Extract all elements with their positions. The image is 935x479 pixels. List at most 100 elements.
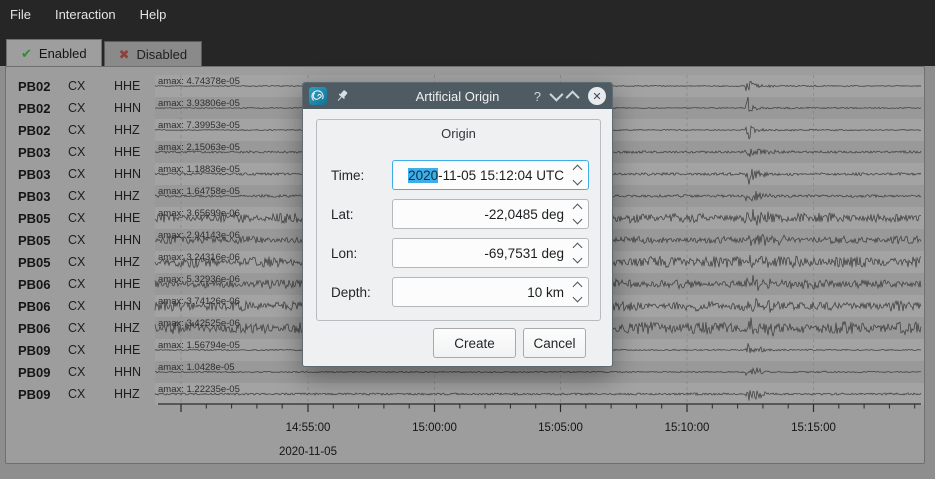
depth-input[interactable]: 10 km xyxy=(392,277,589,307)
station-row[interactable]: PB09 CX HHE xyxy=(6,339,156,361)
depth-label: Depth: xyxy=(331,285,392,300)
channel-code: HHN xyxy=(114,167,156,181)
station-code: PB05 xyxy=(18,211,68,226)
network-code: CX xyxy=(68,79,114,93)
channel-code: HHE xyxy=(114,79,156,93)
axis-date-label: 2020-11-05 xyxy=(279,446,337,458)
spin-up-icon[interactable] xyxy=(573,243,583,253)
lat-input[interactable]: -22,0485 deg xyxy=(392,199,589,229)
network-code: CX xyxy=(68,299,114,313)
tab-disabled-label: Disabled xyxy=(137,47,188,62)
station-code: PB06 xyxy=(18,321,68,336)
check-icon: ✔ xyxy=(21,47,32,60)
channel-code: HHN xyxy=(114,365,156,379)
network-code: CX xyxy=(68,321,114,335)
station-row[interactable]: PB05 CX HHZ xyxy=(6,251,156,273)
tabbar: ✔ Enabled ✖ Disabled xyxy=(6,39,202,66)
spin-up-icon[interactable] xyxy=(573,282,583,292)
channel-code: HHZ xyxy=(114,123,156,137)
cancel-button[interactable]: Cancel xyxy=(523,328,586,358)
station-code: PB02 xyxy=(18,123,68,138)
channel-code: HHZ xyxy=(114,255,156,269)
station-row[interactable]: PB03 CX HHN xyxy=(6,163,156,185)
lon-input[interactable]: -69,7531 deg xyxy=(392,238,589,268)
station-code: PB03 xyxy=(18,145,68,160)
network-code: CX xyxy=(68,145,114,159)
channel-code: HHE xyxy=(114,343,156,357)
station-code: PB05 xyxy=(18,255,68,270)
channel-code: HHZ xyxy=(114,387,156,401)
time-rest-text: -11-05 15:12:04 UTC xyxy=(438,168,564,183)
spin-up-icon[interactable] xyxy=(573,204,583,214)
station-row[interactable]: PB03 CX HHE xyxy=(6,141,156,163)
station-row[interactable]: PB02 CX HHN xyxy=(6,97,156,119)
artificial-origin-dialog: Artificial Origin ? xyxy=(302,82,613,367)
network-code: CX xyxy=(68,211,114,225)
channel-code: HHN xyxy=(114,299,156,313)
lat-value: -22,0485 deg xyxy=(484,207,564,222)
channel-code: HHN xyxy=(114,101,156,115)
station-row[interactable]: PB05 CX HHN xyxy=(6,229,156,251)
lat-spinner[interactable] xyxy=(574,200,581,228)
network-code: CX xyxy=(68,123,114,137)
station-code: PB09 xyxy=(18,365,68,380)
network-code: CX xyxy=(68,167,114,181)
close-button[interactable]: ✕ xyxy=(588,87,606,105)
channel-code: HHE xyxy=(114,277,156,291)
shade-button-chevron-down-icon[interactable] xyxy=(549,88,563,102)
tab-enabled[interactable]: ✔ Enabled xyxy=(6,39,102,66)
station-row[interactable]: PB02 CX HHZ xyxy=(6,119,156,141)
station-row[interactable]: PB06 CX HHE xyxy=(6,273,156,295)
station-row[interactable]: PB06 CX HHZ xyxy=(6,317,156,339)
station-code: PB02 xyxy=(18,79,68,94)
station-code: PB06 xyxy=(18,299,68,314)
create-button[interactable]: Create xyxy=(433,328,516,358)
tab-disabled[interactable]: ✖ Disabled xyxy=(104,41,203,66)
station-code: PB03 xyxy=(18,189,68,204)
station-code: PB03 xyxy=(18,167,68,182)
menu-help[interactable]: Help xyxy=(128,0,179,28)
network-code: CX xyxy=(68,277,114,291)
station-row[interactable]: PB06 CX HHN xyxy=(6,295,156,317)
spin-down-icon[interactable] xyxy=(573,215,583,225)
network-code: CX xyxy=(68,255,114,269)
channel-code: HHZ xyxy=(114,189,156,203)
axis-tick-label: 14:55:00 xyxy=(286,422,331,434)
spin-down-icon[interactable] xyxy=(573,293,583,303)
station-row[interactable]: PB09 CX HHN xyxy=(6,361,156,383)
station-row[interactable]: PB02 CX HHE xyxy=(6,75,156,97)
station-code: PB05 xyxy=(18,233,68,248)
time-label: Time: xyxy=(331,168,392,183)
station-code: PB02 xyxy=(18,101,68,116)
menu-interaction[interactable]: Interaction xyxy=(43,0,128,28)
time-spinner[interactable] xyxy=(574,161,581,189)
menu-file[interactable]: File xyxy=(10,0,43,28)
spin-down-icon[interactable] xyxy=(573,254,583,264)
station-row[interactable]: PB09 CX HHZ xyxy=(6,383,156,405)
spin-up-icon[interactable] xyxy=(573,165,583,175)
origin-groupbox: Origin Time: 2020-11-05 15:12:04 UTC Lat… xyxy=(316,119,601,321)
station-row[interactable]: PB03 CX HHZ xyxy=(6,185,156,207)
station-row[interactable]: PB05 CX HHE xyxy=(6,207,156,229)
origin-group-title: Origin xyxy=(317,126,600,141)
channel-code: HHE xyxy=(114,145,156,159)
station-code: PB09 xyxy=(18,387,68,402)
axis-tick-label: 15:05:00 xyxy=(538,422,583,434)
menubar: File Interaction Help xyxy=(0,0,935,28)
network-code: CX xyxy=(68,233,114,247)
tab-enabled-label: Enabled xyxy=(39,46,87,61)
station-code: PB06 xyxy=(18,277,68,292)
time-input[interactable]: 2020-11-05 15:12:04 UTC xyxy=(392,160,589,190)
help-button[interactable]: ? xyxy=(534,89,541,104)
spin-down-icon[interactable] xyxy=(573,176,583,186)
dialog-titlebar[interactable]: Artificial Origin ? xyxy=(303,83,612,109)
lon-value: -69,7531 deg xyxy=(484,246,564,261)
unshade-button-chevron-up-icon[interactable] xyxy=(566,90,580,104)
cross-icon: ✖ xyxy=(119,48,130,61)
axis-tick-label: 15:00:00 xyxy=(412,422,457,434)
pin-icon[interactable] xyxy=(335,89,349,103)
lon-spinner[interactable] xyxy=(574,239,581,267)
network-code: CX xyxy=(68,343,114,357)
network-code: CX xyxy=(68,189,114,203)
depth-spinner[interactable] xyxy=(574,278,581,306)
